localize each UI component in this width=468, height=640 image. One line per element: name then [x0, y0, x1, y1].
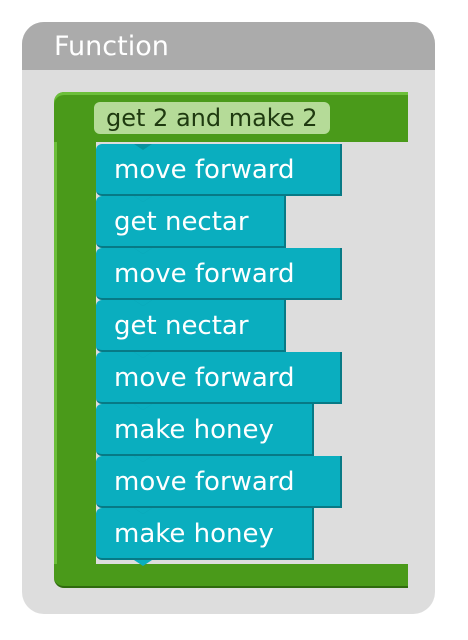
- function-block-footer[interactable]: [54, 564, 408, 588]
- command-move-forward[interactable]: move forward: [96, 352, 342, 410]
- command-move-forward[interactable]: move forward: [96, 456, 342, 514]
- function-block-spine[interactable]: [54, 142, 96, 567]
- function-definition-block[interactable]: get 2 and make 2 move forward get nectar…: [54, 92, 408, 588]
- panel-title: Function: [22, 22, 435, 70]
- command-make-honey[interactable]: make honey: [96, 508, 314, 566]
- function-name-field[interactable]: get 2 and make 2: [94, 102, 330, 134]
- command-move-forward[interactable]: move forward: [96, 144, 342, 202]
- command-make-honey[interactable]: make honey: [96, 404, 314, 462]
- command-get-nectar[interactable]: get nectar: [96, 300, 286, 358]
- command-get-nectar[interactable]: get nectar: [96, 196, 286, 254]
- command-move-forward[interactable]: move forward: [96, 248, 342, 306]
- command-stack: move forward get nectar move forward get…: [96, 144, 342, 566]
- function-editor-panel: Function get 2 and make 2 move forward g…: [22, 22, 435, 614]
